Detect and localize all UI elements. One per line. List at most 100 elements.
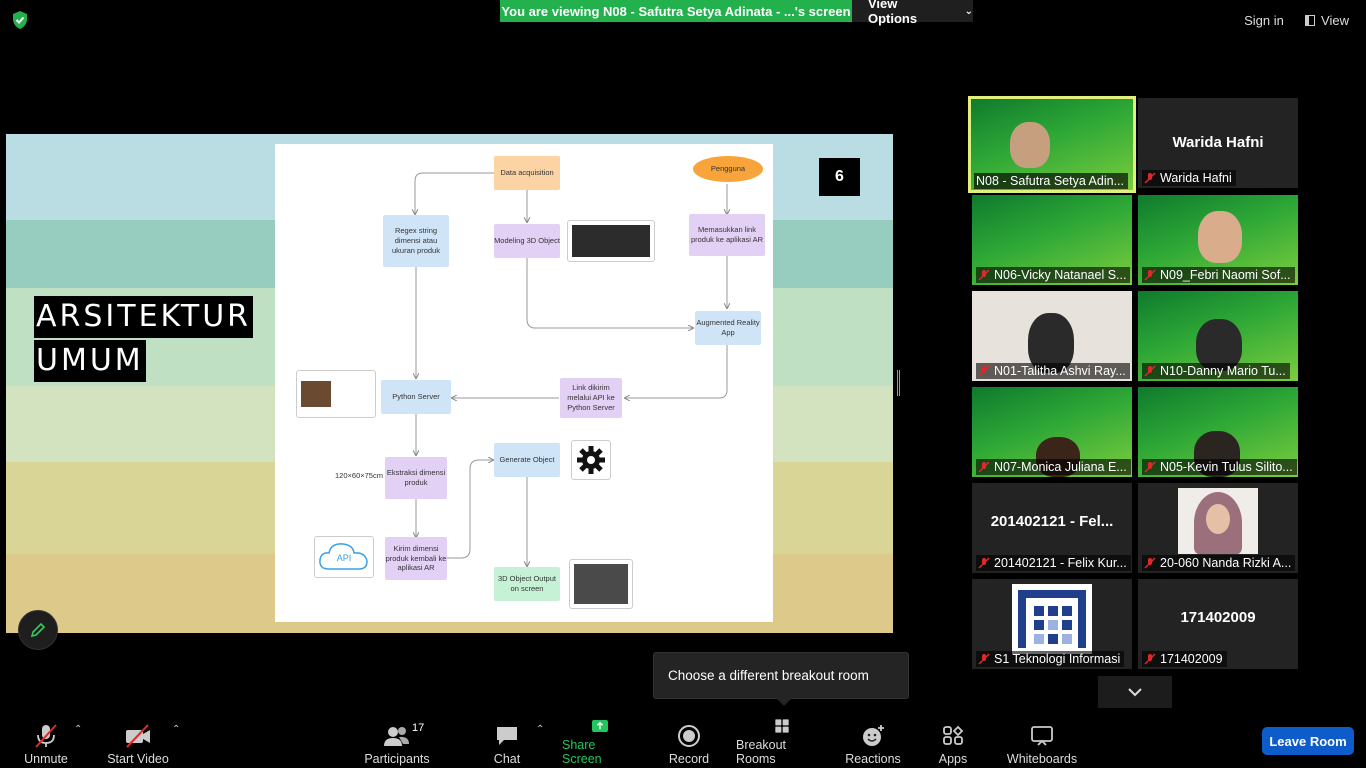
chat-icon: [497, 727, 517, 745]
participant-name: S1 Teknologi Informasi: [976, 651, 1125, 667]
product-page-thumbnail: [296, 370, 376, 418]
start-video-button[interactable]: Start Video: [104, 718, 172, 766]
diagram-node-output: 3D Object Output on screen: [494, 567, 560, 601]
participant-video: [1198, 211, 1242, 263]
mic-muted-icon: [978, 365, 990, 377]
start-video-label: Start Video: [107, 752, 169, 766]
participant-name: N01-Talitha Ashvi Ray...: [976, 363, 1130, 379]
gallery-next-page-button[interactable]: [1098, 676, 1172, 708]
record-icon: [678, 725, 700, 747]
diagram-node-pengguna: Pengguna: [693, 156, 763, 182]
diagram-node-ar-app: Augmented Reality App: [695, 311, 761, 345]
participant-display-name: 201402121 - Fel...: [990, 513, 1114, 530]
participant-tile[interactable]: Warida Hafni Warida Hafni: [1138, 98, 1298, 188]
diagram-node-modeling: Modeling 3D Object: [494, 224, 560, 258]
participant-name: N08 - Safutra Setya Adin...: [974, 173, 1128, 189]
participant-profile-logo: [1012, 584, 1092, 654]
annotate-pen-button[interactable]: [18, 610, 58, 650]
whiteboards-button[interactable]: Whiteboards: [1004, 718, 1080, 766]
mic-muted-icon: [1144, 365, 1156, 377]
slide-number: 6: [819, 158, 860, 196]
participants-icon: [384, 727, 409, 746]
diagram-node-kirim: Kirim dimensi produk kembali ke aplikasi…: [385, 537, 447, 580]
mic-muted-icon: [1144, 172, 1156, 184]
reactions-icon: [863, 725, 884, 746]
participant-tile[interactable]: N07-Monica Juliana E...: [972, 387, 1132, 477]
participant-tile[interactable]: N10-Danny Mario Tu...: [1138, 291, 1298, 381]
mic-muted-icon: [978, 269, 990, 281]
share-screen-button[interactable]: Share Screen: [562, 718, 638, 766]
unmute-button[interactable]: Unmute: [18, 718, 74, 766]
view-button[interactable]: View: [1298, 8, 1356, 32]
mic-muted-icon: [978, 557, 990, 569]
breakout-rooms-button[interactable]: Breakout Rooms: [736, 718, 828, 766]
participant-tile[interactable]: 20-060 Nanda Rizki A...: [1138, 483, 1298, 573]
record-label: Record: [668, 752, 710, 766]
architecture-diagram: Data acquisition Pengguna Regex string d…: [275, 144, 773, 622]
diagram-node-python-server: Python Server: [381, 380, 451, 414]
whiteboard-icon: [1031, 726, 1053, 746]
view-options-button[interactable]: View Options ⌄: [852, 0, 973, 26]
api-label: API: [337, 553, 352, 563]
mic-muted-icon: [1144, 461, 1156, 473]
slide-title: ARSITEKTUR UMUM: [34, 296, 254, 384]
breakout-rooms-icon: [775, 719, 789, 733]
participant-count-badge: 17: [412, 722, 425, 734]
participant-name: N05-Kevin Tulus Silito...: [1142, 459, 1297, 475]
chat-button[interactable]: Chat: [486, 718, 528, 766]
chat-options-caret[interactable]: ⌃: [536, 724, 544, 735]
whiteboards-label: Whiteboards: [1006, 752, 1078, 766]
breakout-tooltip: Choose a different breakout room: [653, 652, 909, 706]
unmute-label: Unmute: [24, 752, 68, 766]
apps-icon: [943, 725, 964, 745]
participants-label: Participants: [364, 752, 430, 766]
participant-tile[interactable]: S1 Teknologi Informasi: [972, 579, 1132, 669]
diagram-node-generate: Generate Object: [494, 443, 560, 477]
participant-tile[interactable]: N09_Febri Naomi Sof...: [1138, 195, 1298, 285]
participant-display-name: Warida Hafni: [1172, 134, 1264, 151]
slide-title-line: UMUM: [34, 340, 146, 382]
mic-muted-icon: [1144, 653, 1156, 665]
breakout-rooms-label: Breakout Rooms: [736, 738, 787, 766]
api-cloud-icon: API: [314, 536, 374, 578]
leave-room-button[interactable]: Leave Room: [1262, 727, 1354, 755]
layout-icon: [1305, 14, 1316, 26]
chevron-down-icon: ⌄: [964, 5, 973, 17]
record-button[interactable]: Record: [664, 718, 714, 766]
participant-name: N07-Monica Juliana E...: [976, 459, 1131, 475]
mic-muted-icon: [978, 653, 990, 665]
apps-label: Apps: [938, 752, 968, 766]
microphone-muted-icon: [35, 724, 57, 748]
diagram-node-link-dikirim: Link dikirim melalui API ke Python Serve…: [560, 378, 622, 418]
reactions-button[interactable]: Reactions: [844, 718, 902, 766]
pen-icon: [30, 622, 46, 638]
ar-output-photo: [569, 559, 633, 609]
participant-tile[interactable]: 201402121 - Fel... 201402121 - Felix Kur…: [972, 483, 1132, 573]
viewing-screen-banner: You are viewing N08 - Safutra Setya Adin…: [500, 0, 852, 22]
view-options-label: View Options: [868, 0, 918, 26]
participant-tile[interactable]: N06-Vicky Natanael S...: [972, 195, 1132, 285]
participant-tile[interactable]: 171402009 171402009: [1138, 579, 1298, 669]
apps-button[interactable]: Apps: [934, 718, 972, 766]
security-shield-icon[interactable]: [10, 10, 30, 30]
view-label: View: [1321, 12, 1349, 28]
diagram-node-regex: Regex string dimensi atau ukuran produk: [383, 215, 449, 267]
mic-muted-icon: [978, 461, 990, 473]
participant-display-name: 171402009: [1180, 609, 1256, 626]
diagram-node-memasukkan: Memasukkan link produk ke aplikasi AR: [689, 214, 765, 256]
share-screen-label: Share Screen: [562, 738, 602, 766]
participant-profile-photo: [1178, 488, 1258, 554]
participant-name: N10-Danny Mario Tu...: [1142, 363, 1290, 379]
participant-tile[interactable]: N05-Kevin Tulus Silito...: [1138, 387, 1298, 477]
mic-muted-icon: [1144, 557, 1156, 569]
participant-video: [1010, 122, 1050, 168]
panel-resize-handle[interactable]: [897, 370, 900, 396]
audio-options-caret[interactable]: ⌃: [74, 724, 82, 735]
participant-name: N09_Febri Naomi Sof...: [1142, 267, 1295, 283]
mic-muted-icon: [1144, 269, 1156, 281]
participant-tile[interactable]: N08 - Safutra Setya Adin...: [968, 96, 1136, 193]
participant-tile[interactable]: N01-Talitha Ashvi Ray...: [972, 291, 1132, 381]
sign-in-button[interactable]: Sign in: [1236, 8, 1292, 32]
chat-label: Chat: [493, 752, 521, 766]
video-options-caret[interactable]: ⌃: [172, 724, 180, 735]
